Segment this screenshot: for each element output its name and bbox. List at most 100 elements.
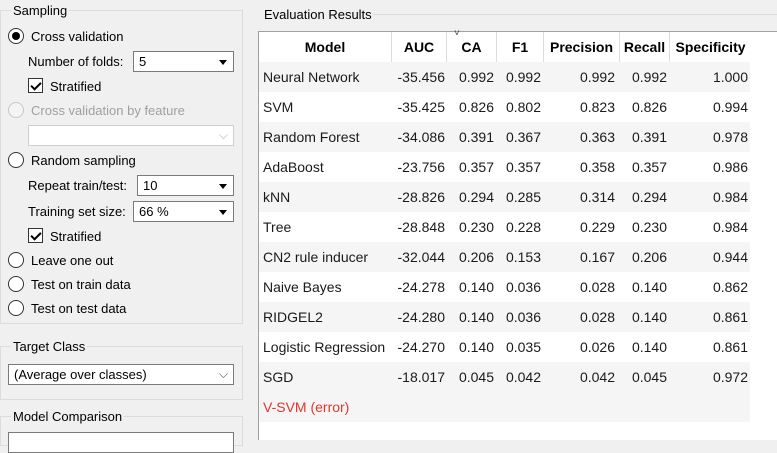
folds-select[interactable]: 5 bbox=[133, 51, 234, 72]
table-row[interactable]: Logistic Regression -24.270 0.140 0.035 0.02… bbox=[259, 332, 750, 362]
table-row[interactable]: Tree -28.848 0.230 0.228 0.229 0.230 0.984 bbox=[259, 212, 750, 242]
precision-cell: 0.363 bbox=[579, 129, 615, 145]
table-row[interactable]: SGD -18.017 0.045 0.042 0.042 0.045 0.972 bbox=[259, 362, 750, 392]
ca-cell: 0.357 bbox=[458, 159, 494, 175]
precision-cell: 0.229 bbox=[579, 219, 615, 235]
precision-cell: 0.992 bbox=[579, 69, 615, 85]
title-divider bbox=[373, 14, 777, 15]
train-size-label: Training set size: bbox=[28, 204, 126, 219]
random-sampling-label[interactable]: Random sampling bbox=[31, 153, 136, 168]
train-size-value: 66 % bbox=[139, 204, 169, 219]
auc-cell: -24.280 bbox=[397, 309, 445, 325]
stratified-label-2[interactable]: Stratified bbox=[50, 229, 101, 244]
precision-cell: 0.314 bbox=[579, 189, 615, 205]
specificity-cell: 0.861 bbox=[712, 309, 748, 325]
model-cell: Tree bbox=[263, 219, 292, 235]
recall-cell: 0.357 bbox=[631, 159, 667, 175]
specificity-cell: 0.972 bbox=[712, 369, 748, 385]
table-row[interactable]: kNN -28.826 0.294 0.285 0.314 0.294 0.984 bbox=[259, 182, 750, 212]
table-row[interactable]: CN2 rule inducer -32.044 0.206 0.153 0.167 0.… bbox=[259, 242, 750, 272]
specificity-cell: 0.978 bbox=[712, 129, 748, 145]
auc-cell: -18.017 bbox=[397, 369, 445, 385]
f1-cell: 0.285 bbox=[505, 189, 541, 205]
evaluation-results-title: Evaluation Results bbox=[264, 7, 372, 22]
repeat-label: Repeat train/test: bbox=[28, 178, 127, 193]
ca-cell: 0.992 bbox=[458, 69, 494, 85]
repeat-select[interactable]: 10 bbox=[137, 175, 234, 196]
column-header-recall[interactable]: Recall bbox=[620, 32, 670, 62]
dropdown-arrow-icon bbox=[219, 184, 227, 189]
target-class-select[interactable]: (Average over classes) ⌵ bbox=[8, 364, 234, 385]
folds-label: Number of folds: bbox=[28, 54, 124, 69]
cross-validation-label[interactable]: Cross validation bbox=[31, 29, 124, 44]
auc-cell: -23.756 bbox=[397, 159, 445, 175]
target-class-title: Target Class bbox=[11, 339, 88, 354]
random-sampling-radio[interactable] bbox=[8, 152, 24, 168]
table-row[interactable]: SVM -35.425 0.826 0.802 0.823 0.826 0.994 bbox=[259, 92, 750, 122]
column-header-specificity[interactable]: Specificity bbox=[670, 32, 751, 62]
model-cell: CN2 rule inducer bbox=[263, 249, 369, 265]
cv-by-feature-label[interactable]: Cross validation by feature bbox=[31, 103, 185, 118]
stratified-label-1[interactable]: Stratified bbox=[50, 79, 101, 94]
table-row[interactable]: AdaBoost -23.756 0.357 0.357 0.358 0.357 0.986 bbox=[259, 152, 750, 182]
specificity-cell: 0.862 bbox=[712, 279, 748, 295]
auc-cell: -35.425 bbox=[397, 99, 445, 115]
table-row[interactable]: RIDGEL2 -24.280 0.140 0.036 0.028 0.140 0.861 bbox=[259, 302, 750, 332]
column-header-model[interactable]: Model bbox=[259, 32, 392, 62]
f1-cell: 0.228 bbox=[505, 219, 541, 235]
table-row[interactable]: Random Forest -34.086 0.391 0.367 0.363 0.391… bbox=[259, 122, 750, 152]
recall-cell: 0.230 bbox=[631, 219, 667, 235]
leave-one-out-radio[interactable] bbox=[8, 252, 24, 268]
precision-cell: 0.823 bbox=[579, 99, 615, 115]
repeat-value: 10 bbox=[143, 178, 158, 193]
precision-cell: 0.167 bbox=[579, 249, 615, 265]
precision-cell: 0.026 bbox=[579, 339, 615, 355]
ca-cell: 0.206 bbox=[458, 249, 494, 265]
column-header-precision[interactable]: Precision bbox=[544, 32, 620, 62]
dropdown-arrow-icon bbox=[219, 60, 227, 65]
ca-cell: 0.230 bbox=[458, 219, 494, 235]
stratified-checkbox-2[interactable] bbox=[28, 228, 43, 243]
train-size-select[interactable]: 66 % bbox=[133, 201, 234, 222]
table-row-error[interactable]: V-SVM (error) bbox=[259, 392, 750, 422]
chevron-down-icon: ⌵ bbox=[218, 128, 228, 142]
test-on-train-label[interactable]: Test on train data bbox=[31, 277, 131, 292]
ca-cell: 0.826 bbox=[458, 99, 494, 115]
column-header-f1[interactable]: F1 bbox=[497, 32, 544, 62]
table-row[interactable]: Neural Network -35.456 0.992 0.992 0.992 0.99… bbox=[259, 62, 750, 92]
test-on-test-label[interactable]: Test on test data bbox=[31, 301, 126, 316]
specificity-cell: 0.984 bbox=[712, 189, 748, 205]
results-table[interactable]: Model AUC CA ˅ F1 Precision Recall Speci… bbox=[258, 29, 777, 440]
error-model-cell: V-SVM (error) bbox=[263, 399, 350, 415]
auc-cell: -28.848 bbox=[397, 219, 445, 235]
table-row[interactable]: Naive Bayes -24.278 0.140 0.036 0.028 0.140 0.… bbox=[259, 272, 750, 302]
model-cell: Random Forest bbox=[263, 129, 360, 145]
cv-by-feature-radio[interactable] bbox=[8, 102, 24, 118]
model-cell: kNN bbox=[263, 189, 291, 205]
model-cell: SVM bbox=[263, 99, 294, 115]
ca-cell: 0.140 bbox=[458, 279, 494, 295]
recall-cell: 0.826 bbox=[631, 99, 667, 115]
chevron-down-icon: ⌵ bbox=[218, 367, 228, 381]
feature-select[interactable]: ⌵ bbox=[28, 125, 234, 146]
ca-cell: 0.294 bbox=[458, 189, 494, 205]
test-on-train-radio[interactable] bbox=[8, 276, 24, 292]
model-cell: RIDGEL2 bbox=[263, 309, 323, 325]
specificity-cell: 0.944 bbox=[712, 249, 748, 265]
leave-one-out-label[interactable]: Leave one out bbox=[31, 253, 113, 268]
column-header-auc[interactable]: AUC bbox=[392, 32, 447, 62]
sampling-title: Sampling bbox=[11, 3, 70, 18]
test-on-test-radio[interactable] bbox=[8, 300, 24, 316]
precision-cell: 0.042 bbox=[579, 369, 615, 385]
cross-validation-radio[interactable] bbox=[8, 28, 24, 44]
stratified-checkbox-1[interactable] bbox=[28, 78, 43, 93]
auc-cell: -24.270 bbox=[397, 339, 445, 355]
specificity-cell: 0.994 bbox=[712, 99, 748, 115]
comparison-select[interactable] bbox=[8, 432, 234, 453]
specificity-cell: 1.000 bbox=[712, 69, 748, 85]
model-cell: Logistic Regression bbox=[263, 339, 386, 355]
precision-cell: 0.028 bbox=[579, 309, 615, 325]
model-cell: Naive Bayes bbox=[263, 279, 342, 295]
f1-cell: 0.036 bbox=[505, 279, 541, 295]
results-panel: Evaluation Results Model AUC CA ˅ F1 Pre… bbox=[243, 0, 777, 440]
